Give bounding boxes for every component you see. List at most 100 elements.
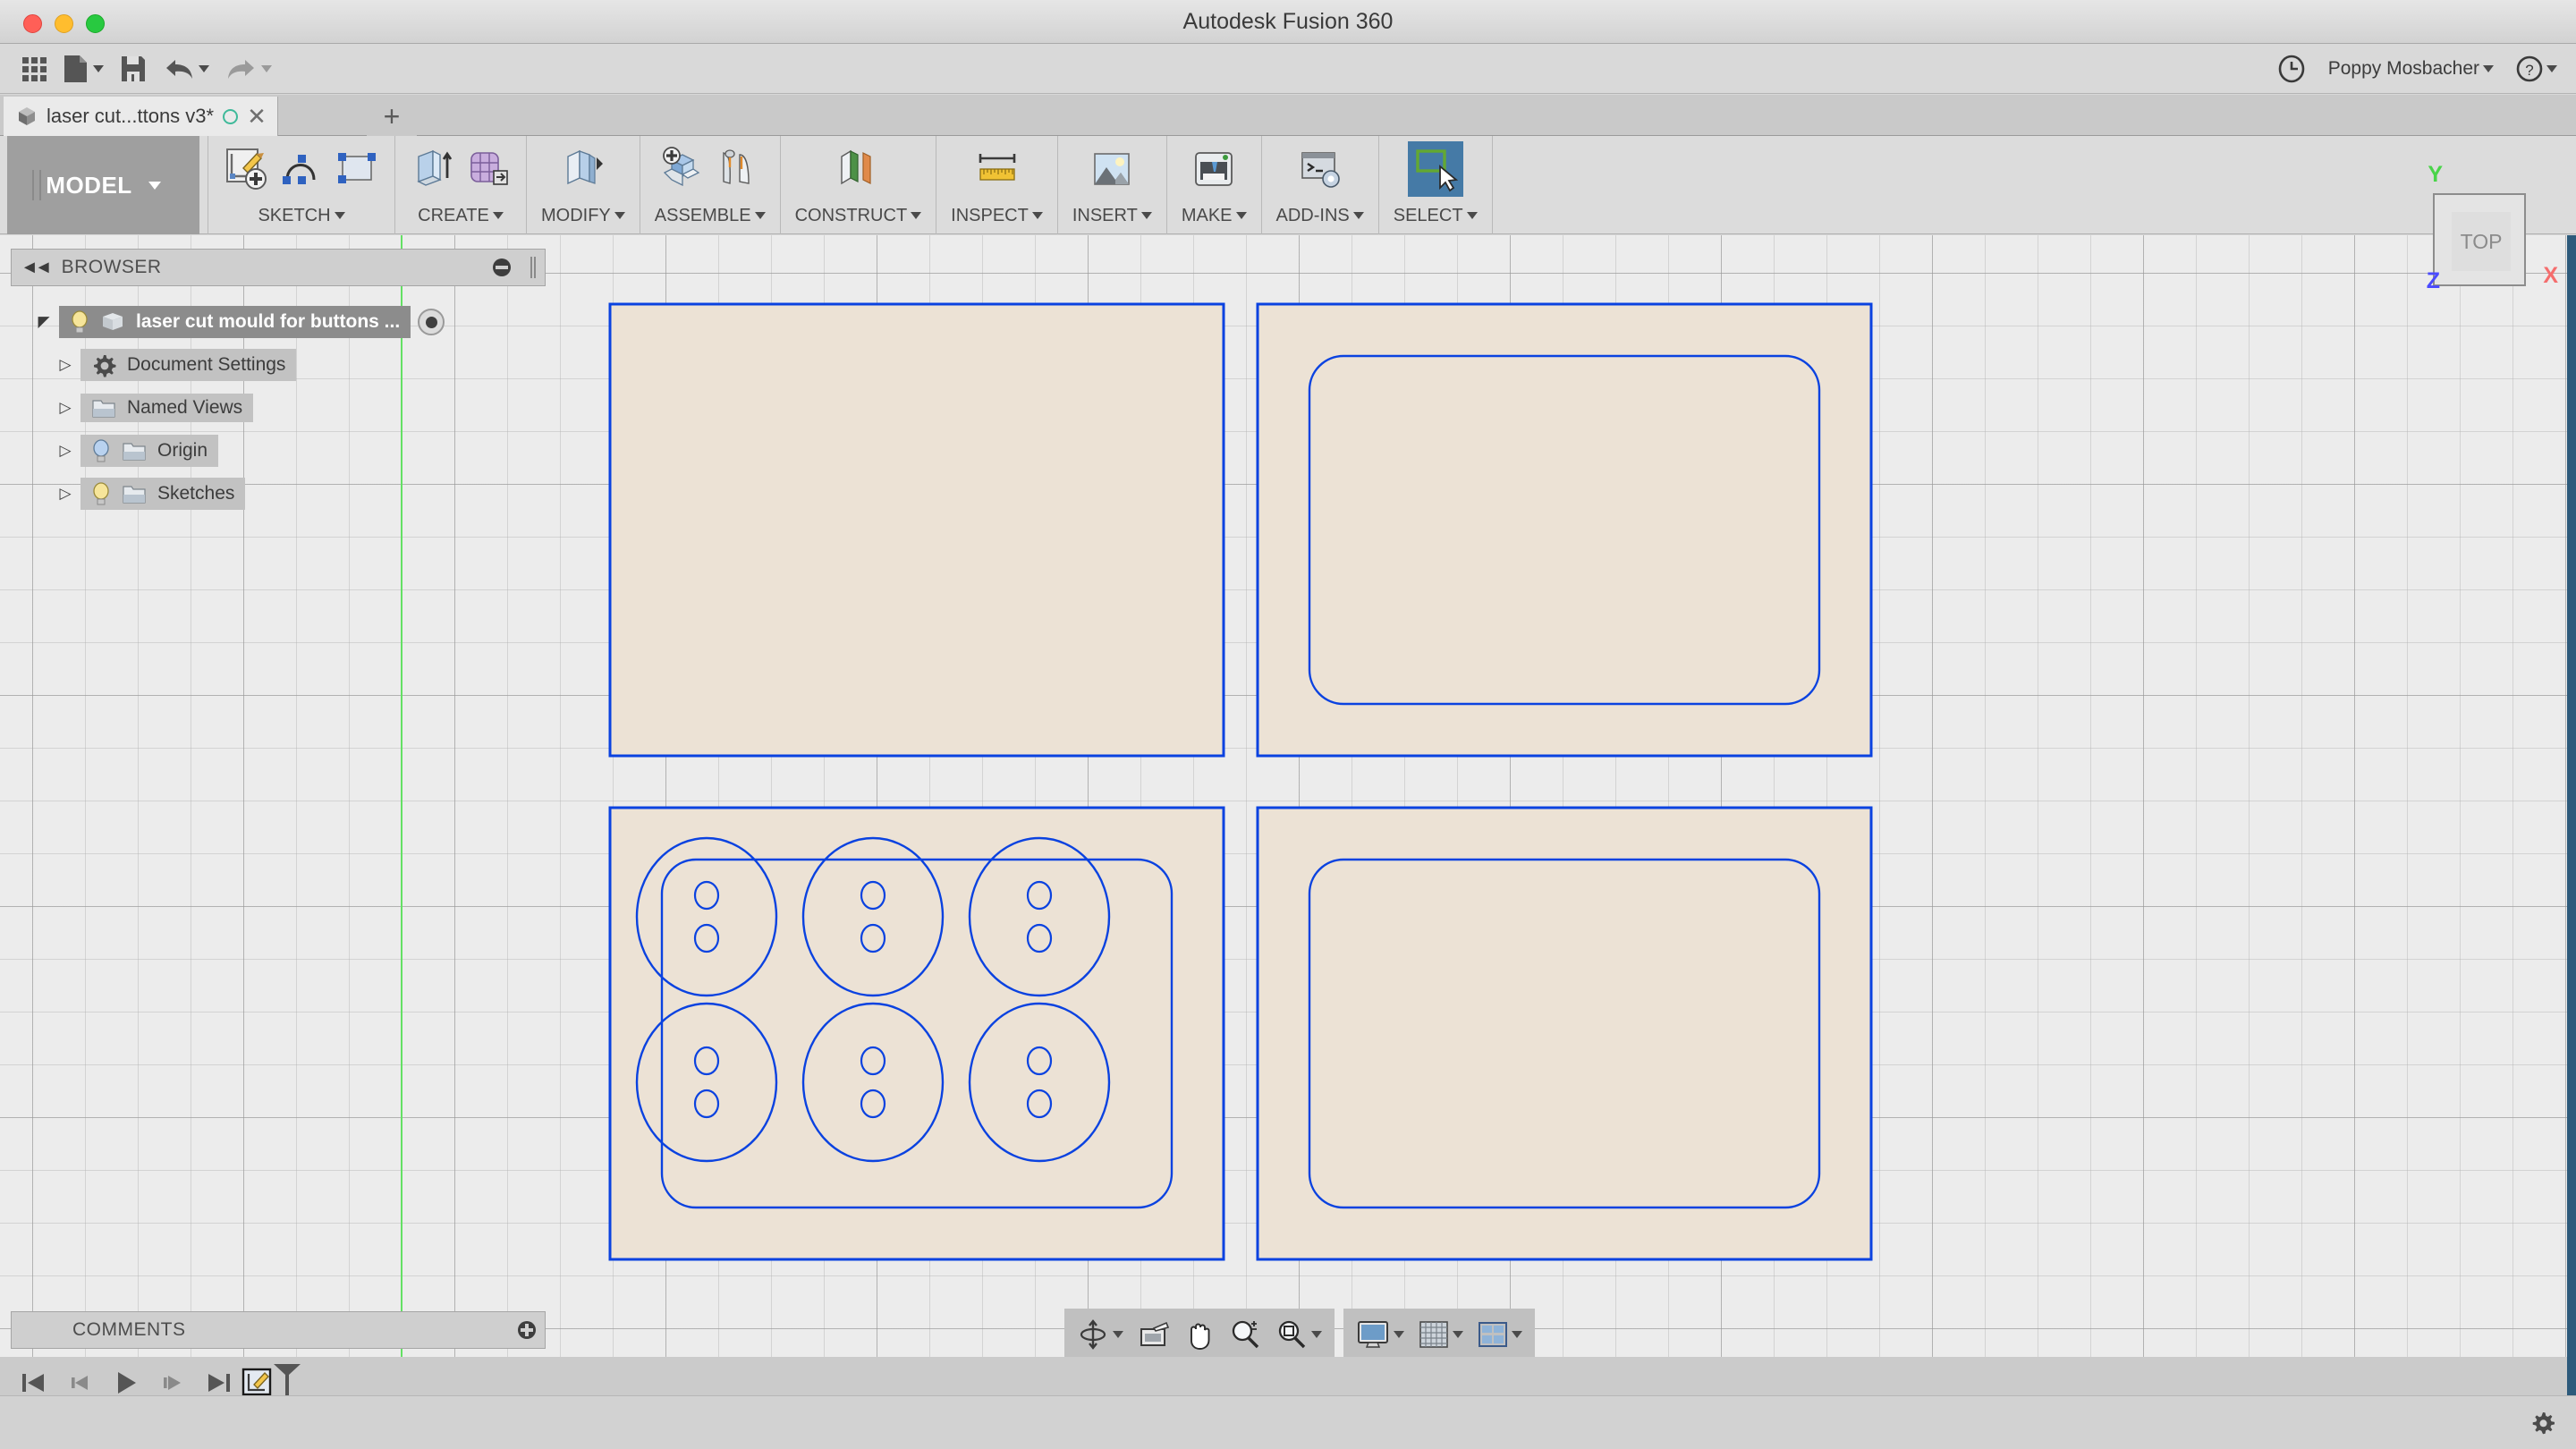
- chevron-down-icon[interactable]: [614, 212, 625, 219]
- chevron-down-icon[interactable]: [1032, 212, 1043, 219]
- component-activate-radio[interactable]: [418, 309, 445, 335]
- insert-image-icon[interactable]: [1089, 146, 1135, 192]
- chevron-down-icon[interactable]: [1353, 212, 1364, 219]
- viewports-button[interactable]: [1474, 1321, 1526, 1348]
- browser-panel-header: ◄◄ BROWSER: [11, 249, 546, 286]
- 3d-print-icon[interactable]: [1191, 146, 1237, 192]
- workspace-switcher-button[interactable]: MODEL: [7, 136, 199, 234]
- chevron-down-icon[interactable]: [1453, 1331, 1463, 1338]
- vertical-scrollbar[interactable]: [2567, 235, 2576, 1395]
- measure-icon[interactable]: [974, 146, 1021, 192]
- grid-snaps-button[interactable]: [1415, 1320, 1467, 1349]
- joint-icon[interactable]: [715, 146, 761, 192]
- chevron-down-icon[interactable]: [1311, 1331, 1322, 1338]
- lightbulb-on-icon[interactable]: [70, 309, 89, 335]
- tree-node-chip[interactable]: Origin: [80, 435, 218, 467]
- chevron-down-icon[interactable]: [335, 212, 345, 219]
- chevron-down-icon[interactable]: [1467, 212, 1478, 219]
- panel-label-modify: MODIFY: [541, 206, 611, 226]
- step-forward-button[interactable]: [159, 1370, 186, 1395]
- folder-icon: [122, 483, 147, 504]
- new-file-button[interactable]: [56, 50, 110, 88]
- new-component-icon[interactable]: [659, 146, 706, 192]
- scripts-addins-icon[interactable]: [1297, 146, 1343, 192]
- document-tab[interactable]: laser cut...ttons v3* ✕: [4, 97, 278, 136]
- panel-label-construct: CONSTRUCT: [795, 206, 908, 226]
- zoom-button[interactable]: [1225, 1318, 1265, 1351]
- folder-icon: [91, 397, 116, 419]
- panel-bottom-right[interactable]: [1258, 808, 1871, 1259]
- chevron-down-icon[interactable]: [1512, 1331, 1522, 1338]
- undo-button[interactable]: [157, 50, 216, 88]
- chevron-down-icon[interactable]: [1394, 1331, 1404, 1338]
- create-form-icon[interactable]: [465, 146, 512, 192]
- ribbon-panels: SKETCH: [208, 136, 1493, 234]
- double-chevron-left-icon[interactable]: ◄◄: [21, 258, 49, 278]
- chevron-down-icon[interactable]: [93, 65, 104, 72]
- pan-button[interactable]: [1181, 1318, 1218, 1351]
- view-cube-label: TOP: [2435, 195, 2528, 288]
- chevron-down-icon[interactable]: [493, 212, 504, 219]
- grid-icon: [22, 57, 47, 81]
- history-button[interactable]: [2271, 50, 2312, 88]
- redo-button[interactable]: [219, 50, 278, 88]
- save-button[interactable]: [114, 50, 153, 88]
- chevron-down-icon[interactable]: [755, 212, 766, 219]
- spline-icon[interactable]: [278, 146, 325, 192]
- rectangle-icon[interactable]: [334, 146, 380, 192]
- panel-bottom-left[interactable]: [610, 808, 1224, 1259]
- select-tool-button[interactable]: [1408, 141, 1463, 197]
- panel-top-left[interactable]: [610, 304, 1224, 756]
- new-tab-button[interactable]: +: [367, 97, 417, 136]
- app-grid-button[interactable]: [16, 50, 53, 88]
- display-settings-button[interactable]: [1352, 1319, 1408, 1350]
- user-menu-button[interactable]: Poppy Mosbacher: [2328, 58, 2494, 80]
- chevron-down-icon[interactable]: [1113, 1331, 1123, 1338]
- view-cube[interactable]: TOP: [2433, 193, 2526, 286]
- drag-grip[interactable]: [32, 170, 41, 200]
- settings-button[interactable]: [2529, 1411, 2556, 1442]
- step-back-button[interactable]: [66, 1370, 93, 1395]
- expand-arrow-icon[interactable]: ◤: [29, 313, 59, 331]
- tree-node-label: Document Settings: [127, 354, 285, 376]
- tree-node-chip[interactable]: Document Settings: [80, 349, 296, 381]
- comments-panel-header[interactable]: COMMENTS: [11, 1311, 546, 1349]
- look-at-button[interactable]: [1134, 1320, 1174, 1349]
- collapse-arrow-icon[interactable]: ▷: [50, 356, 80, 374]
- lightbulb-off-icon[interactable]: [91, 438, 111, 463]
- chevron-down-icon[interactable]: [261, 65, 272, 72]
- tree-node-chip[interactable]: Named Views: [80, 394, 253, 422]
- minus-circle-icon[interactable]: [493, 258, 511, 276]
- orbit-button[interactable]: [1073, 1318, 1127, 1351]
- panel-resize-grip[interactable]: [530, 257, 536, 278]
- extrude-icon[interactable]: [410, 146, 456, 192]
- close-icon[interactable]: ✕: [247, 105, 267, 128]
- chevron-down-icon[interactable]: [1141, 212, 1152, 219]
- panel-label-sketch: SKETCH: [258, 206, 330, 226]
- collapse-arrow-icon[interactable]: ▷: [50, 399, 80, 417]
- tree-node-chip[interactable]: Sketches: [80, 478, 245, 510]
- chevron-down-icon[interactable]: [911, 212, 921, 219]
- plus-circle-icon[interactable]: [518, 1321, 536, 1339]
- tree-node-chip[interactable]: laser cut mould for buttons ...: [59, 306, 411, 338]
- tree-node-origin[interactable]: ▷ Origin: [11, 433, 546, 469]
- tree-node-sketches[interactable]: ▷ Sketches: [11, 476, 546, 512]
- offset-plane-icon[interactable]: [835, 146, 881, 192]
- chevron-down-icon[interactable]: [2546, 65, 2557, 72]
- go-to-beginning-button[interactable]: [20, 1370, 47, 1395]
- help-button[interactable]: ?: [2510, 50, 2563, 88]
- go-to-end-button[interactable]: [206, 1370, 233, 1395]
- chevron-down-icon[interactable]: [199, 65, 209, 72]
- play-button[interactable]: [113, 1369, 140, 1396]
- chevron-down-icon[interactable]: [1236, 212, 1247, 219]
- collapse-arrow-icon[interactable]: ▷: [50, 442, 80, 460]
- tree-node-root[interactable]: ◤ laser cut mould for buttons ...: [11, 304, 546, 340]
- lightbulb-on-icon[interactable]: [91, 481, 111, 506]
- panel-top-right[interactable]: [1258, 304, 1871, 756]
- tree-node-document-settings[interactable]: ▷ Document Settings: [11, 347, 546, 383]
- collapse-arrow-icon[interactable]: ▷: [50, 485, 80, 503]
- create-sketch-icon[interactable]: [223, 146, 269, 192]
- press-pull-icon[interactable]: [560, 146, 606, 192]
- tree-node-named-views[interactable]: ▷ Named Views: [11, 390, 546, 426]
- fit-button[interactable]: [1272, 1318, 1326, 1351]
